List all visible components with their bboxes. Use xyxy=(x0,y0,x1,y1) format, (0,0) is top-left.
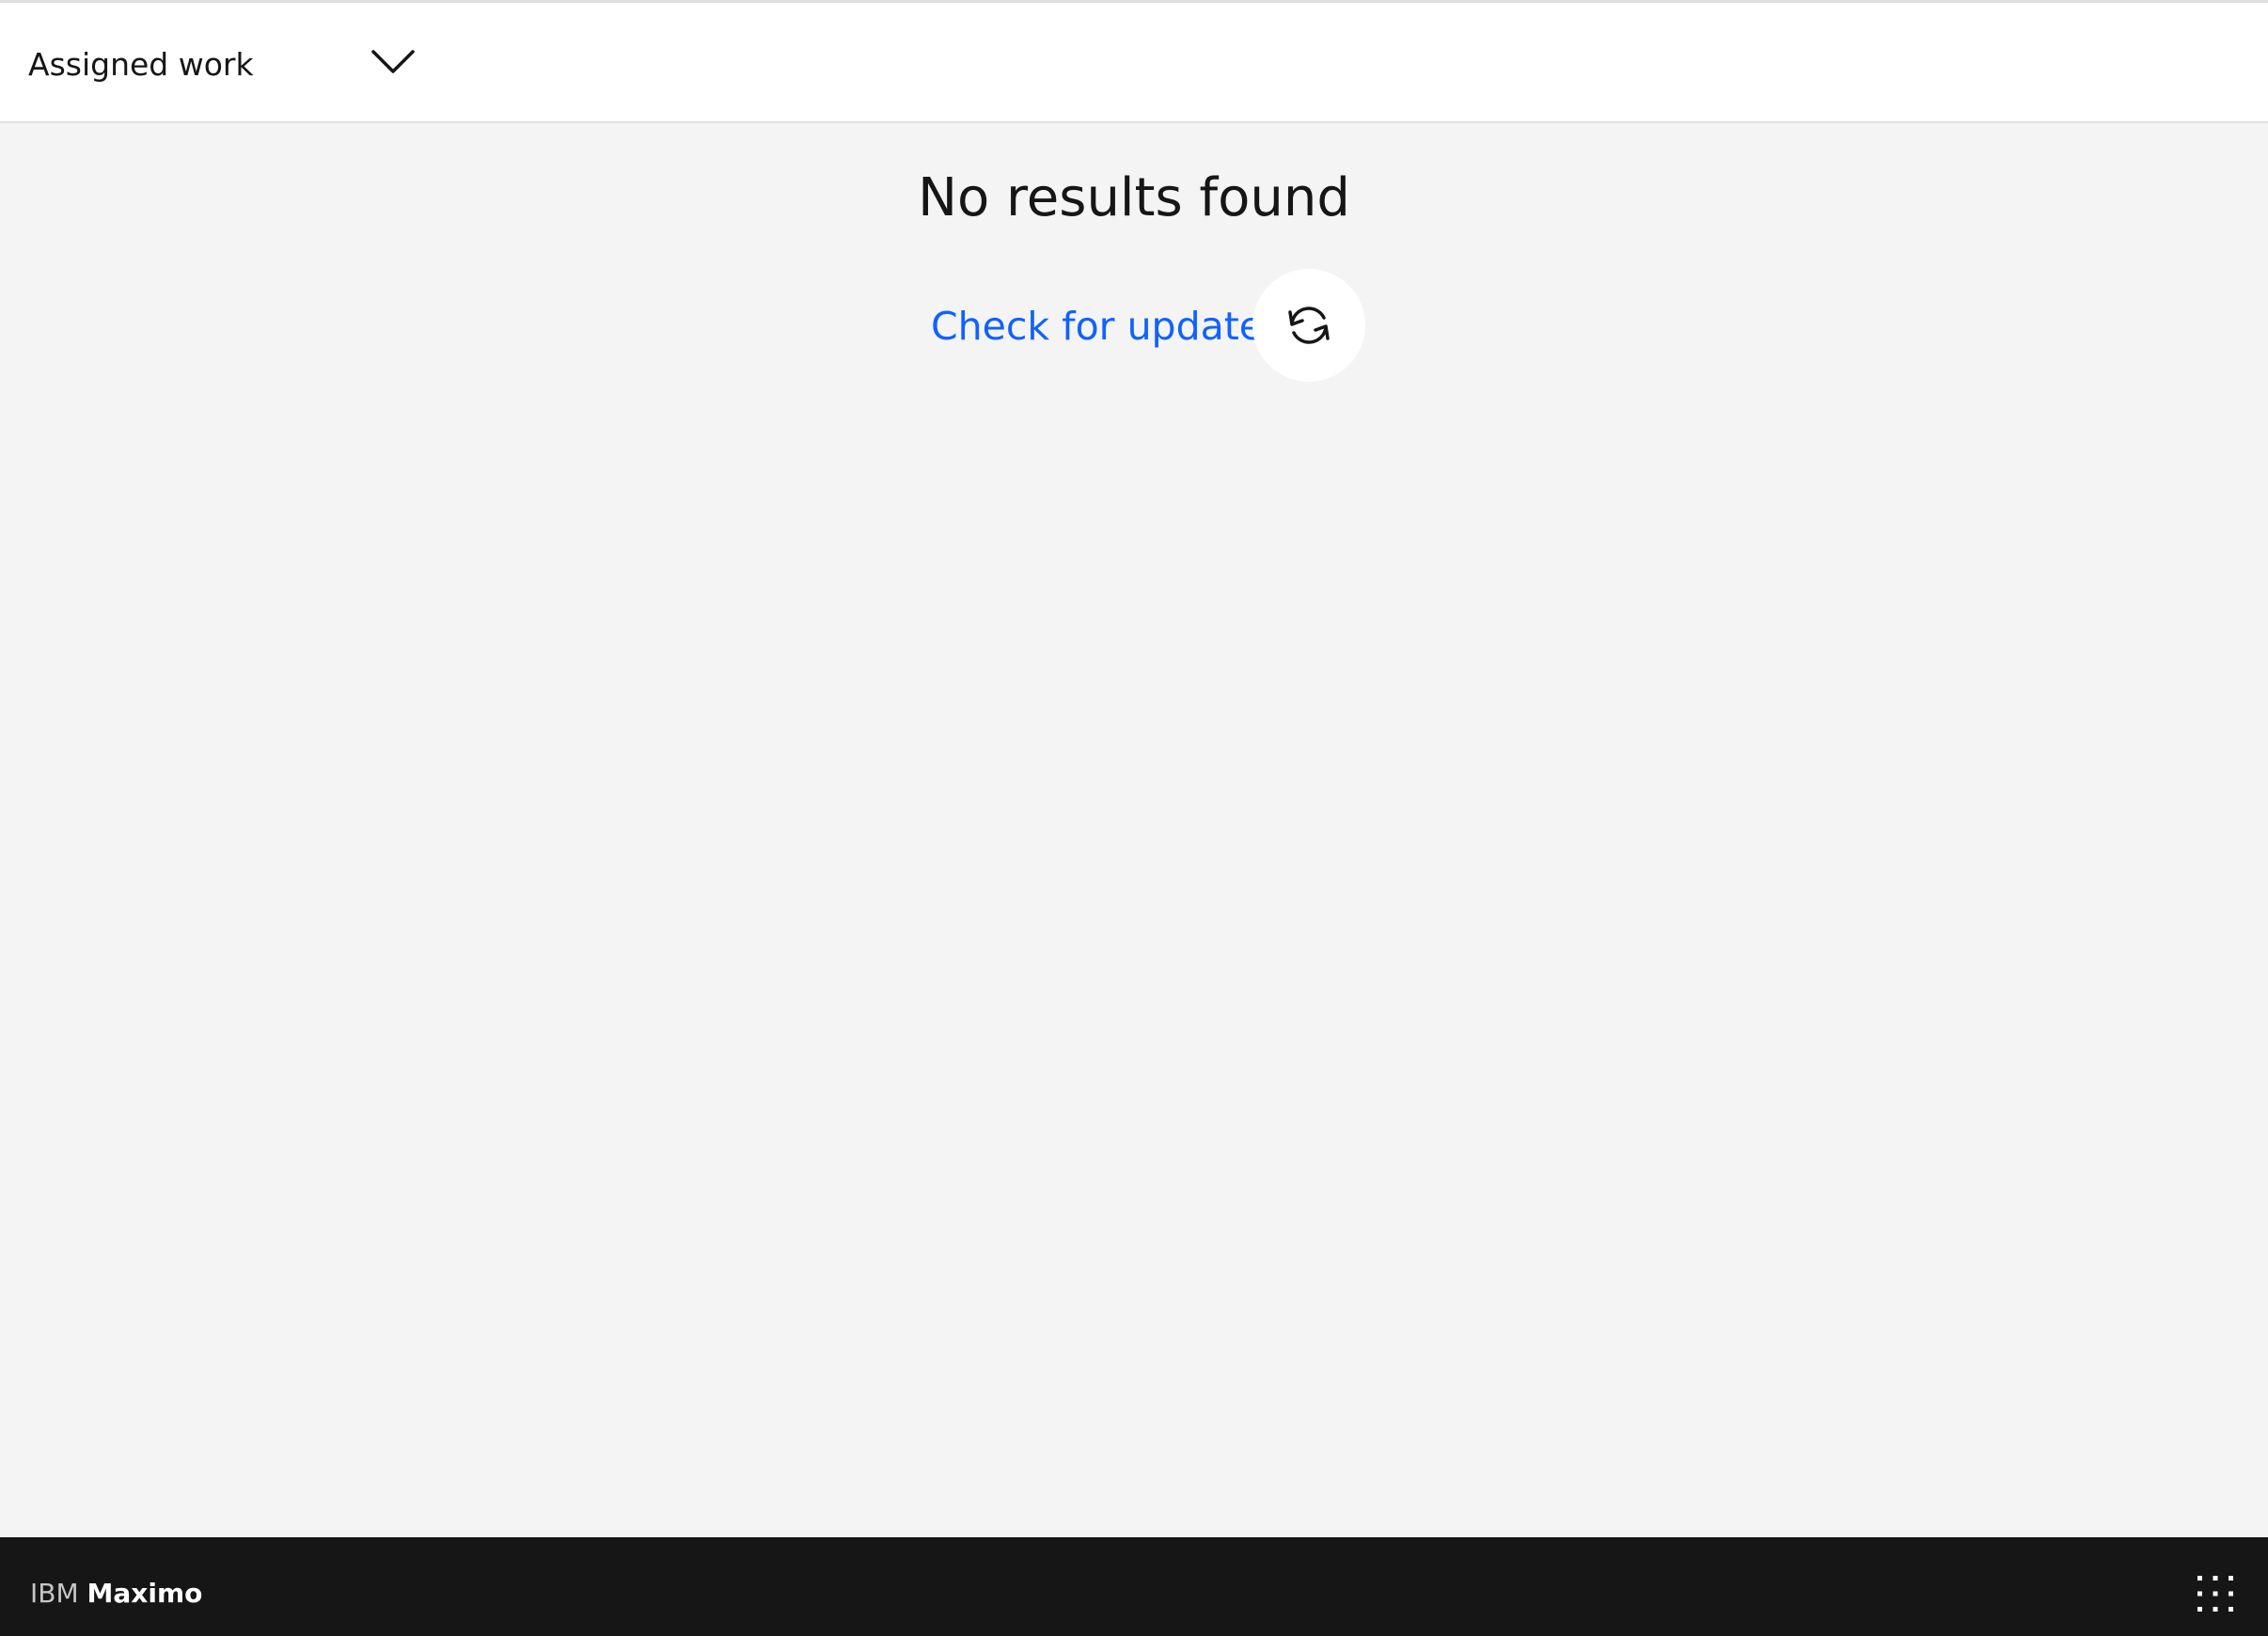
app-page: Assigned work No results found Check for… xyxy=(0,0,2268,1636)
app-footer: IBM Maximo xyxy=(0,1537,2268,1636)
brand-company: IBM xyxy=(30,1578,79,1609)
app-switcher-button[interactable] xyxy=(2187,1573,2244,1629)
brand-logo: IBM Maximo xyxy=(30,1577,202,1611)
chevron-down-icon[interactable] xyxy=(370,48,416,76)
check-updates-row: Check for updates xyxy=(0,269,2268,382)
empty-state-title: No results found xyxy=(918,167,1350,228)
check-for-updates-link[interactable]: Check for updates xyxy=(931,303,1283,350)
refresh-button[interactable] xyxy=(1252,269,1365,382)
app-switcher-icon xyxy=(2197,1576,2233,1612)
brand-product: Maximo xyxy=(87,1578,203,1609)
view-selector-dropdown[interactable]: Assigned work xyxy=(0,3,442,121)
view-selector-label: Assigned work xyxy=(28,46,254,83)
page-header: Assigned work xyxy=(0,3,2268,123)
main-content: No results found Check for updates xyxy=(0,123,2268,1537)
refresh-icon xyxy=(1288,307,1330,344)
